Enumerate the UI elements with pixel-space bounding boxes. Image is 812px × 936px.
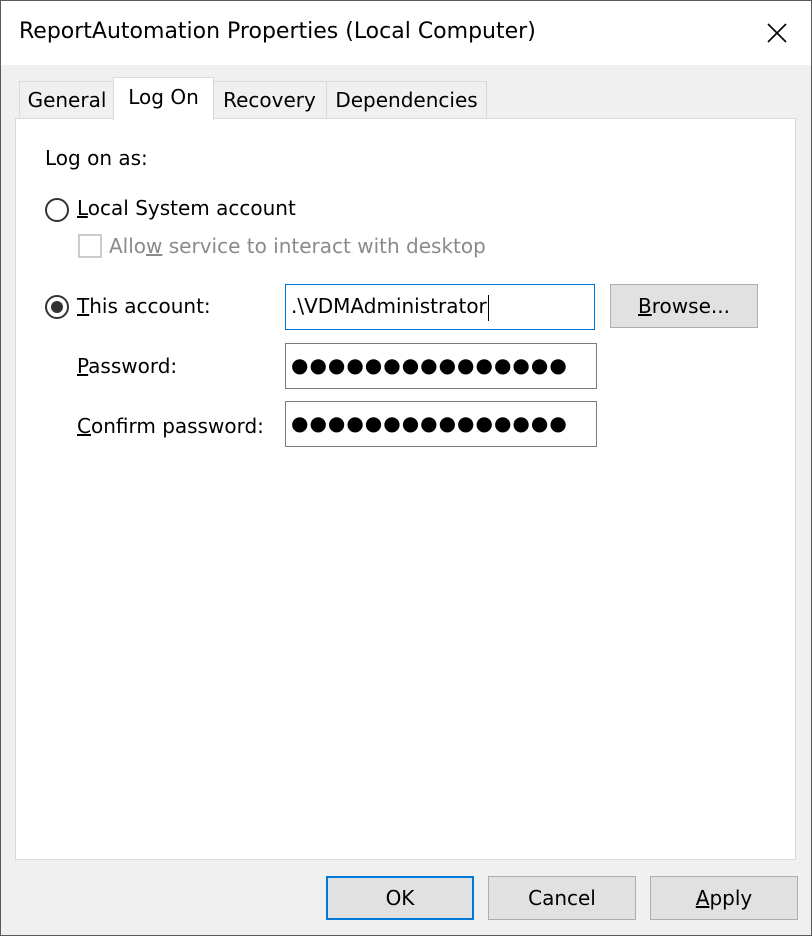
password-input-value: ●●●●●●●●●●●●●●● xyxy=(291,353,568,377)
tab-log-on[interactable]: Log On xyxy=(113,77,214,120)
interact-desktop-label[interactable]: Allow service to interact with desktop xyxy=(109,234,486,258)
apply-button-text: pply xyxy=(709,886,753,910)
this-account-label-text: his account: xyxy=(89,294,211,318)
interact-desktop-checkbox[interactable] xyxy=(78,234,102,258)
interact-desktop-label-accel: w xyxy=(146,234,163,258)
local-system-label-text: ocal System account xyxy=(87,196,296,220)
password-input[interactable]: ●●●●●●●●●●●●●●● xyxy=(285,343,597,389)
interact-desktop-label-pre: Allo xyxy=(109,234,147,258)
account-input[interactable]: .\VDMAdministrator xyxy=(285,284,595,330)
radio-selected-dot xyxy=(51,301,63,313)
tab-general[interactable]: General xyxy=(19,81,115,117)
tab-dependencies[interactable]: Dependencies xyxy=(326,81,487,117)
browse-button-text: rowse... xyxy=(651,294,730,318)
title-bar[interactable]: ReportAutomation Properties (Local Compu… xyxy=(1,1,811,65)
text-caret xyxy=(487,294,489,321)
close-button[interactable] xyxy=(753,9,801,57)
confirm-password-label-text: onfirm password: xyxy=(90,414,264,438)
confirm-password-input[interactable]: ●●●●●●●●●●●●●●● xyxy=(285,401,597,447)
ok-button[interactable]: OK xyxy=(326,876,474,920)
apply-button[interactable]: Apply xyxy=(650,876,798,920)
interact-desktop-label-post: service to interact with desktop xyxy=(162,234,486,258)
tab-recovery[interactable]: Recovery xyxy=(212,81,327,117)
this-account-label-accel: T xyxy=(77,294,90,318)
password-label: Password: xyxy=(77,354,177,378)
this-account-radio[interactable] xyxy=(45,295,69,319)
local-system-radio[interactable] xyxy=(45,198,69,222)
browse-button-accel: B xyxy=(638,294,652,318)
close-icon xyxy=(767,23,787,43)
window-title: ReportAutomation Properties (Local Compu… xyxy=(19,19,536,44)
log-on-as-heading: Log on as: xyxy=(45,146,148,170)
confirm-password-label-accel: C xyxy=(77,414,91,438)
confirm-password-input-value: ●●●●●●●●●●●●●●● xyxy=(291,411,568,435)
log-on-panel: Log on as: Local System account Allow se… xyxy=(15,118,796,860)
local-system-label[interactable]: Local System account xyxy=(77,196,296,220)
password-label-text: assword: xyxy=(88,354,178,378)
service-properties-dialog: ReportAutomation Properties (Local Compu… xyxy=(0,0,812,936)
account-input-value: .\VDMAdministrator xyxy=(291,294,487,318)
confirm-password-label: Confirm password: xyxy=(77,414,264,438)
apply-button-accel: A xyxy=(695,886,710,910)
cancel-button[interactable]: Cancel xyxy=(488,876,636,920)
this-account-label[interactable]: This account: xyxy=(77,294,211,318)
local-system-label-accel: L xyxy=(77,196,88,220)
browse-button[interactable]: Browse... xyxy=(610,284,758,328)
password-label-accel: P xyxy=(77,354,89,378)
